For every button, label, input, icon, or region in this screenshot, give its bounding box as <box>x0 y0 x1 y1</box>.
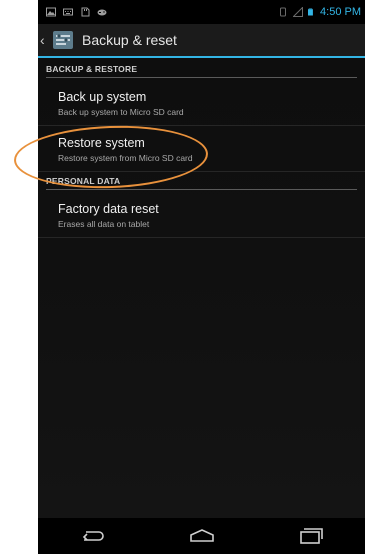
rotate-icon <box>280 7 287 17</box>
signal-icon <box>293 7 304 17</box>
backup-system-item[interactable]: Back up system Back up system to Micro S… <box>38 82 365 126</box>
navigation-bar <box>38 518 365 554</box>
home-icon <box>189 529 214 542</box>
status-time: 4:50 PM <box>320 6 361 18</box>
pref-title: Restore system <box>58 136 145 150</box>
status-bar: 4:50 PM <box>38 0 365 24</box>
pref-summary: Back up system to Micro SD card <box>58 107 184 117</box>
keyboard-icon <box>63 8 73 16</box>
section-header-backup-restore: BACKUP & RESTORE <box>46 60 357 78</box>
restore-system-item[interactable]: Restore system Restore system from Micro… <box>38 128 365 172</box>
sd-card-icon <box>81 7 90 17</box>
pref-title: Back up system <box>58 90 147 104</box>
settings-list: BACKUP & RESTORE Back up system Back up … <box>38 58 365 518</box>
back-icon <box>82 531 104 541</box>
android-screen: 4:50 PM ‹ Backup & reset BACKUP & RESTOR… <box>38 0 365 554</box>
action-bar[interactable]: ‹ Backup & reset <box>38 24 365 58</box>
settings-app-icon[interactable] <box>52 30 74 50</box>
recent-apps-icon <box>299 528 323 544</box>
gamepad-icon <box>97 9 107 16</box>
page-title: Backup & reset <box>82 32 177 48</box>
gallery-icon <box>46 7 56 17</box>
status-right-icons: 4:50 PM <box>278 6 365 18</box>
pref-summary: Erases all data on tablet <box>58 219 150 229</box>
back-button[interactable] <box>73 522 113 550</box>
pref-summary: Restore system from Micro SD card <box>58 153 193 163</box>
factory-data-reset-item[interactable]: Factory data reset Erases all data on ta… <box>38 194 365 238</box>
status-left-icons <box>38 7 107 17</box>
pref-title: Factory data reset <box>58 202 159 216</box>
home-button[interactable] <box>182 522 222 550</box>
battery-icon <box>308 8 313 16</box>
recent-apps-button[interactable] <box>291 522 331 550</box>
section-header-personal-data: PERSONAL DATA <box>46 172 357 190</box>
up-navigation-icon[interactable]: ‹ <box>38 32 50 48</box>
